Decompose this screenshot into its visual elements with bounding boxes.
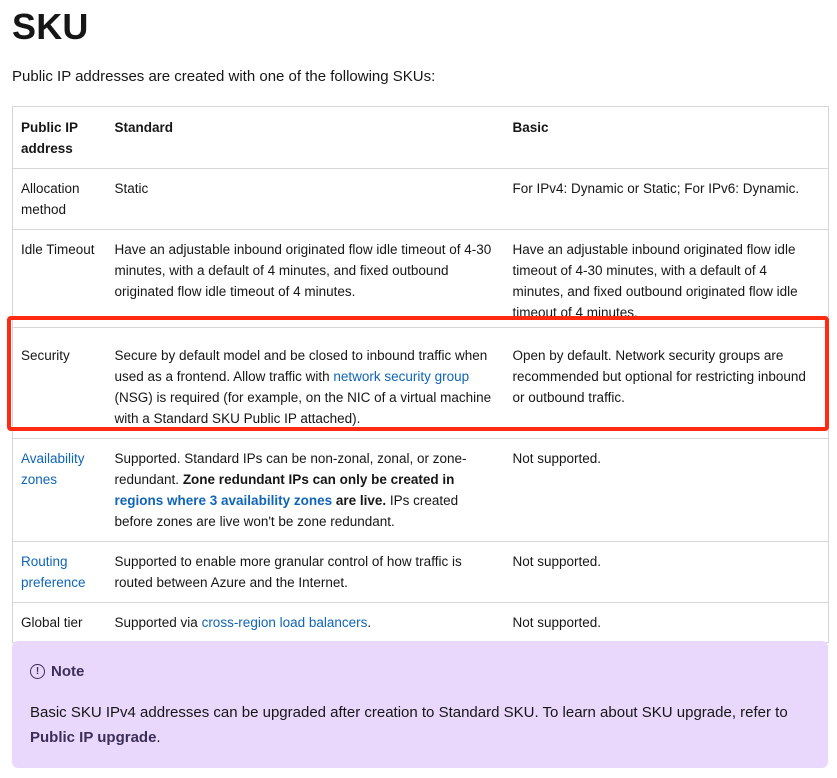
- basic-cell: For IPv4: Dynamic or Static; For IPv6: D…: [504, 168, 829, 230]
- standard-cell: Supported. Standard IPs can be non-zonal…: [106, 438, 505, 542]
- row-availability-zones: Availability zones Supported. Standard I…: [12, 438, 829, 542]
- row-label: Idle Timeout: [12, 229, 107, 328]
- row-allocation-method: Allocation method Static For IPv4: Dynam…: [12, 168, 829, 230]
- page-title: SKU: [12, 6, 89, 47]
- highlight-box: [7, 316, 829, 431]
- availability-zones-link[interactable]: Availability zones: [21, 451, 85, 487]
- note-body: Basic SKU IPv4 addresses can be upgraded…: [30, 704, 788, 746]
- cross-region-load-balancers-link[interactable]: cross-region load balancers: [202, 615, 368, 630]
- row-label: Allocation method: [12, 168, 107, 230]
- row-label: Global tier: [12, 602, 107, 643]
- note-title-row: ! Note: [30, 659, 810, 684]
- routing-preference-link[interactable]: Routing preference: [21, 554, 86, 590]
- row-routing-preference: Routing preference Supported to enable m…: [12, 541, 829, 603]
- info-icon: !: [30, 664, 45, 679]
- note-title: Note: [51, 663, 85, 680]
- header-standard: Standard: [106, 106, 505, 169]
- regions-availability-zones-link[interactable]: regions where 3 availability zones: [115, 493, 333, 508]
- row-idle-timeout: Idle Timeout Have an adjustable inbound …: [12, 229, 829, 328]
- standard-cell: Supported via cross-region load balancer…: [106, 602, 505, 643]
- row-label: Availability zones: [12, 438, 107, 542]
- row-global-tier: Global tier Supported via cross-region l…: [12, 602, 829, 643]
- note-callout: ! Note Basic SKU IPv4 addresses can be u…: [12, 641, 828, 768]
- header-public-ip: Public IP address: [12, 106, 107, 169]
- basic-cell: Not supported.: [504, 602, 829, 643]
- public-ip-upgrade-link[interactable]: Public IP upgrade: [30, 729, 156, 746]
- header-basic: Basic: [504, 106, 829, 169]
- basic-cell: Have an adjustable inbound originated fl…: [504, 229, 829, 328]
- basic-cell: Not supported.: [504, 438, 829, 542]
- basic-cell: Not supported.: [504, 541, 829, 603]
- standard-cell: Static: [106, 168, 505, 230]
- standard-cell: Supported to enable more granular contro…: [106, 541, 505, 603]
- row-label: Routing preference: [12, 541, 107, 603]
- standard-cell: Have an adjustable inbound originated fl…: [106, 229, 505, 328]
- intro-text: Public IP addresses are created with one…: [12, 68, 436, 85]
- table-header-row: Public IP address Standard Basic: [12, 106, 829, 169]
